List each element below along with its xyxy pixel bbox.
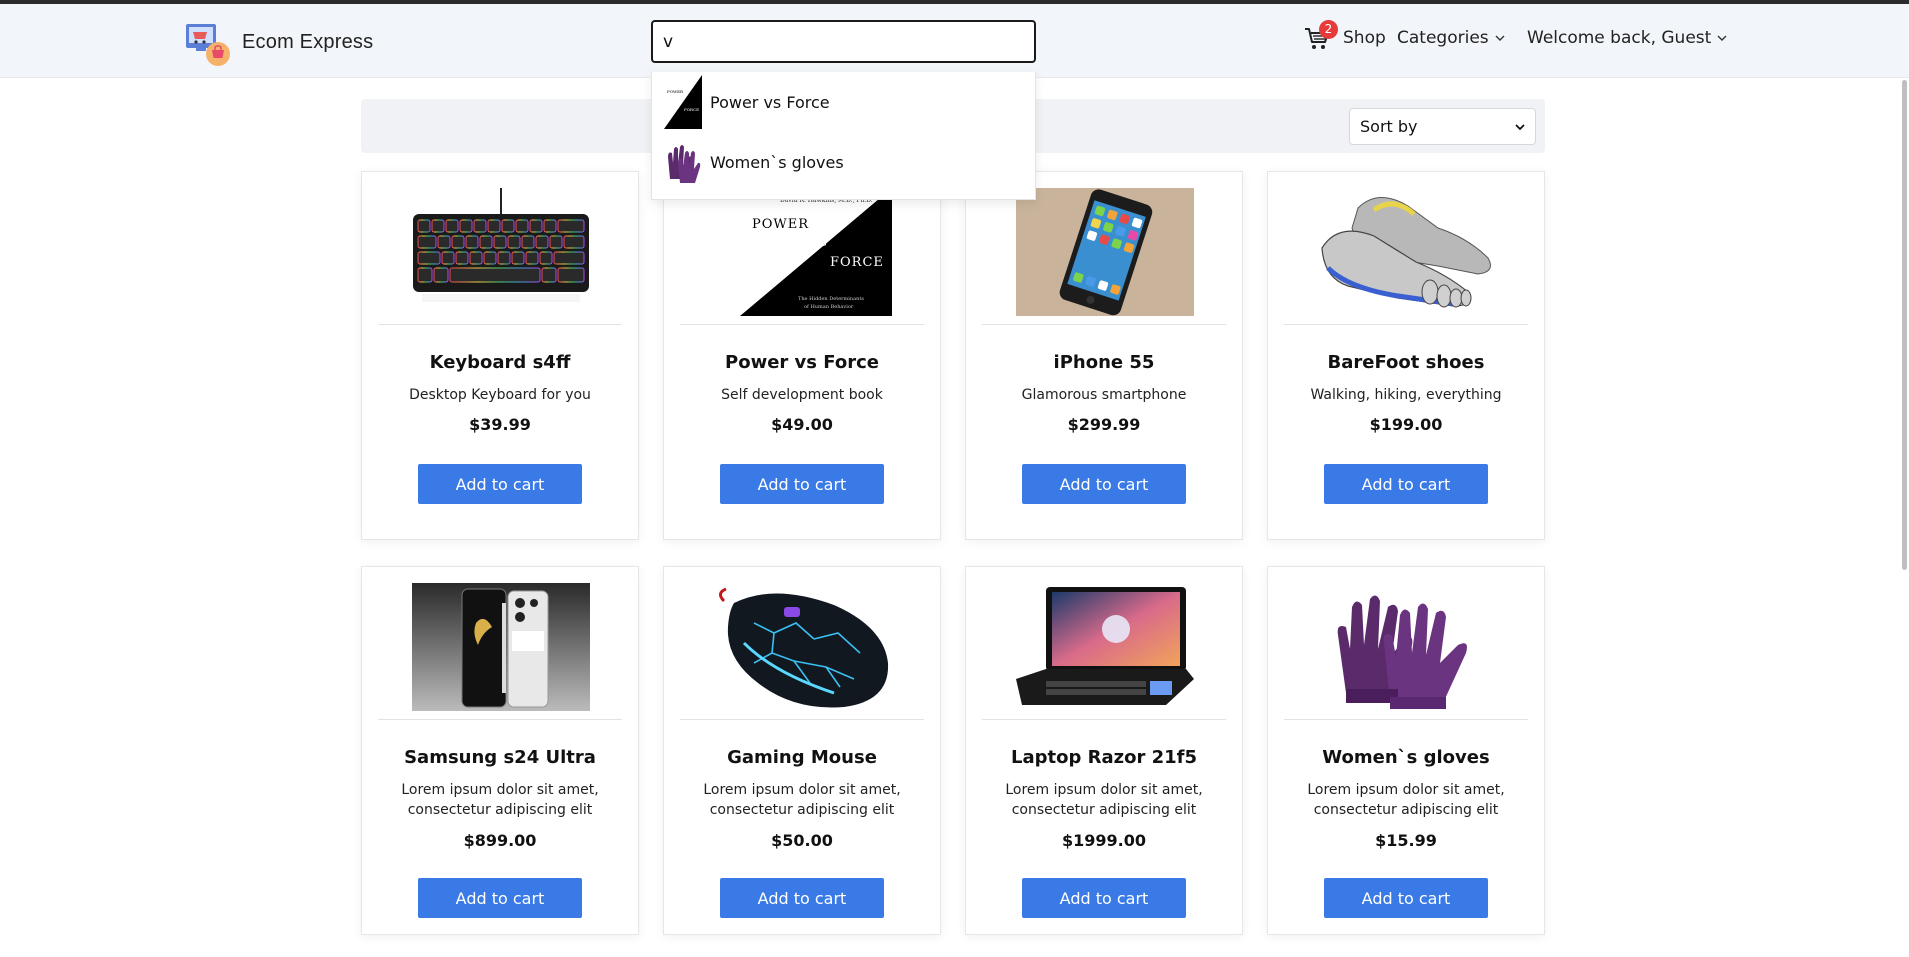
svg-text:VS: VS xyxy=(813,239,827,249)
product-name: iPhone 55 xyxy=(1053,352,1155,373)
card-divider xyxy=(982,324,1226,325)
add-to-cart-button[interactable]: Add to cart xyxy=(1022,878,1186,918)
laptop-image xyxy=(1016,587,1194,705)
welcome-label: Welcome back, Guest xyxy=(1527,28,1712,48)
phone-image xyxy=(1016,188,1194,316)
product-price: $199.00 xyxy=(1369,415,1443,434)
product-name: BareFoot shoes xyxy=(1327,352,1485,373)
book-cover-image: David R. Hawkins, M.D., Ph.D. POWER VS F… xyxy=(740,188,892,316)
product-price: $39.99 xyxy=(469,415,531,434)
product-price: $15.99 xyxy=(1375,831,1437,850)
product-card: iPhone 55 Glamorous smartphone $299.99 A… xyxy=(965,171,1243,540)
add-to-cart-button[interactable]: Add to cart xyxy=(720,464,884,504)
product-description: Walking, hiking, everything xyxy=(1310,387,1502,403)
add-to-cart-button[interactable]: Add to cart xyxy=(720,878,884,918)
card-divider xyxy=(378,324,622,325)
shop-link[interactable]: Shop xyxy=(1343,28,1386,48)
product-card: Gaming Mouse Lorem ipsum dolor sit amet,… xyxy=(663,566,941,935)
product-card: David R. Hawkins, M.D., Ph.D. POWER VS F… xyxy=(663,171,941,540)
search-input[interactable] xyxy=(651,20,1036,63)
product-description: Lorem ipsum dolor sit amet, consectetur … xyxy=(1307,782,1505,818)
suggestion-item[interactable]: POWER FORCE Power vs Force xyxy=(652,72,1035,132)
product-description: Self development book xyxy=(721,387,883,403)
suggestion-label: Women`s gloves xyxy=(710,152,844,172)
product-price: $50.00 xyxy=(771,831,833,850)
brand[interactable]: Ecom Express xyxy=(184,18,373,66)
add-to-cart-button[interactable]: Add to cart xyxy=(1324,878,1488,918)
product-price: $49.00 xyxy=(771,415,833,434)
add-to-cart-button[interactable]: Add to cart xyxy=(418,878,582,918)
product-description: Lorem ipsum dolor sit amet, consectetur … xyxy=(1005,782,1203,818)
svg-text:FORCE: FORCE xyxy=(684,107,699,112)
product-card: Keyboard s4ff Desktop Keyboard for you $… xyxy=(361,171,639,540)
svg-text:POWER: POWER xyxy=(752,217,809,232)
chevron-down-icon xyxy=(1495,35,1505,41)
product-description: Desktop Keyboard for you xyxy=(409,387,591,403)
shop-logo-icon xyxy=(184,18,232,66)
page-scrollbar[interactable] xyxy=(1902,80,1907,570)
svg-text:POWER: POWER xyxy=(667,89,684,94)
sort-label: Sort by xyxy=(1360,117,1418,136)
brand-name: Ecom Express xyxy=(242,30,374,53)
card-divider xyxy=(378,719,622,720)
sort-select[interactable]: Sort by xyxy=(1349,108,1536,145)
product-name: Samsung s24 Ultra xyxy=(404,747,596,768)
book-cover-icon: POWER FORCE xyxy=(664,75,702,129)
svg-text:FORCE: FORCE xyxy=(830,255,884,270)
card-divider xyxy=(1284,324,1528,325)
add-to-cart-button[interactable]: Add to cart xyxy=(418,464,582,504)
card-divider xyxy=(680,324,924,325)
shoes-image xyxy=(1321,197,1491,308)
gloves-image xyxy=(1337,595,1467,709)
shop-link-label: Shop xyxy=(1343,28,1386,48)
mouse-image xyxy=(719,587,889,708)
keyboard-image xyxy=(413,188,589,302)
product-name: Women`s gloves xyxy=(1322,747,1490,768)
product-name: Keyboard s4ff xyxy=(429,352,571,373)
product-price: $299.99 xyxy=(1067,415,1141,434)
card-divider xyxy=(982,719,1226,720)
product-description: Lorem ipsum dolor sit amet, consectetur … xyxy=(703,782,901,818)
gloves-icon xyxy=(664,135,702,189)
product-name: Gaming Mouse xyxy=(727,747,877,768)
suggestion-label: Power vs Force xyxy=(710,92,830,112)
categories-label: Categories xyxy=(1397,28,1489,48)
svg-text:The Hidden Determinants: The Hidden Determinants xyxy=(798,296,864,302)
product-description: Glamorous smartphone xyxy=(1021,387,1187,403)
add-to-cart-button[interactable]: Add to cart xyxy=(1324,464,1488,504)
categories-dropdown[interactable]: Categories xyxy=(1397,28,1505,48)
chevron-down-icon xyxy=(1515,123,1525,130)
samsung-phone-image xyxy=(412,583,590,711)
svg-text:of Human Behavior: of Human Behavior xyxy=(804,304,854,310)
search-box: POWER FORCE Power vs Force Women`s glove… xyxy=(651,20,1036,200)
product-description: Lorem ipsum dolor sit amet, consectetur … xyxy=(401,782,599,818)
suggestion-item[interactable]: Women`s gloves xyxy=(652,132,1035,192)
cart-count-badge: 2 xyxy=(1319,20,1338,39)
product-card: Laptop Razor 21f5 Lorem ipsum dolor sit … xyxy=(965,566,1243,935)
product-price: $899.00 xyxy=(463,831,537,850)
product-name: Power vs Force xyxy=(725,352,879,373)
add-to-cart-button[interactable]: Add to cart xyxy=(1022,464,1186,504)
card-divider xyxy=(1284,719,1528,720)
account-dropdown[interactable]: Welcome back, Guest xyxy=(1527,28,1727,48)
search-suggestions: POWER FORCE Power vs Force Women`s glove… xyxy=(651,72,1036,200)
product-card: Samsung s24 Ultra Lorem ipsum dolor sit … xyxy=(361,566,639,935)
card-divider xyxy=(680,719,924,720)
chevron-down-icon xyxy=(1717,35,1727,41)
product-card: Women`s gloves Lorem ipsum dolor sit ame… xyxy=(1267,566,1545,935)
navbar: Ecom Express POWER FORCE Power vs Force xyxy=(0,4,1909,200)
product-price: $1999.00 xyxy=(1061,831,1146,850)
product-card: BareFoot shoes Walking, hiking, everythi… xyxy=(1267,171,1545,540)
product-name: Laptop Razor 21f5 xyxy=(1010,747,1198,768)
